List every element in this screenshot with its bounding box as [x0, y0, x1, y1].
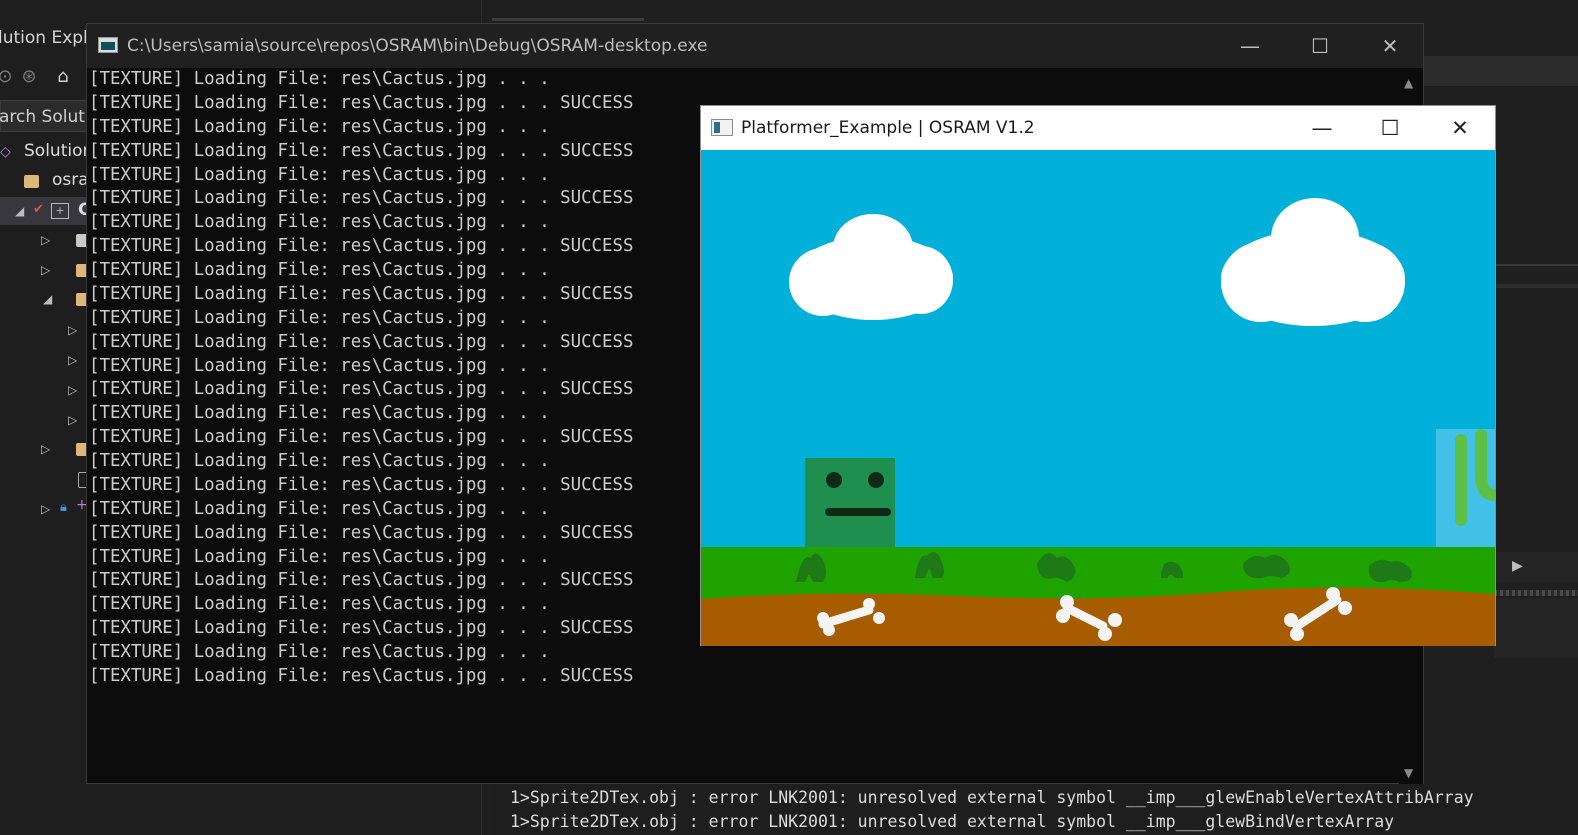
minimize-button[interactable]: — [1287, 106, 1357, 150]
tree-item-label: osra [52, 170, 89, 190]
game-canvas[interactable] [701, 150, 1495, 646]
collapse-arrow-icon[interactable]: ◢ [15, 197, 24, 225]
output-line: 1>Sprite2DTex.obj : error LNK2001: unres… [510, 788, 1474, 807]
solution-explorer-title: lution Explo [0, 28, 99, 48]
output-panel: 1>Sprite2DTex.obj : error LNK2001: unres… [492, 784, 1578, 835]
expand-arrow-icon[interactable]: ▷ [68, 406, 77, 434]
game-title-bar[interactable]: Platformer_Example | OSRAM V1.2 — ☐ ✕ [701, 106, 1495, 150]
tree-item-label: Solution [24, 141, 94, 161]
lock-icon: 🔒︎ [60, 500, 67, 515]
cactus [1436, 429, 1495, 547]
panel-progress-strip [1494, 590, 1578, 596]
panel-header [1424, 56, 1578, 86]
expand-arrow-icon[interactable]: ▷ [41, 435, 50, 463]
close-button[interactable]: ✕ [1355, 24, 1425, 68]
console-title-bar[interactable]: C:\Users\samia\source\repos\OSRAM\bin\De… [87, 24, 1423, 68]
scroll-up-icon[interactable]: ▲ [1404, 76, 1413, 90]
play-icon[interactable]: ▶ [1512, 558, 1523, 574]
collapse-arrow-icon[interactable]: ◢ [43, 285, 52, 313]
back-icon[interactable]: ⊙ [0, 66, 16, 88]
tree-item-folder[interactable]: osra [0, 167, 90, 195]
solution-explorer-toolbar: ⊙ ⊛ ⌂ [0, 62, 90, 94]
expand-arrow-icon[interactable]: ▷ [41, 256, 50, 284]
home-icon[interactable]: ⌂ [52, 66, 74, 88]
editor-tab-strip [492, 18, 644, 21]
expand-arrow-icon[interactable]: ▷ [68, 316, 77, 344]
tree-item-solution[interactable]: ◇ Solution [0, 138, 94, 166]
expand-arrow-icon[interactable]: ▷ [41, 226, 50, 254]
console-app-icon [98, 37, 118, 53]
expand-arrow-icon[interactable]: ▷ [41, 495, 50, 523]
project-icon: + [51, 203, 69, 219]
log-line: [TEXTURE] Loading File: res\Cactus.jpg .… [89, 665, 634, 686]
tree-item-project[interactable]: ◢ ✔ + C [0, 197, 90, 225]
game-window[interactable]: Platformer_Example | OSRAM V1.2 — ☐ ✕ [700, 105, 1496, 646]
scroll-down-icon[interactable]: ▼ [1404, 766, 1413, 780]
log-line: [TEXTURE] Loading File: res\Cactus.jpg .… [89, 69, 550, 89]
output-line: 1>Sprite2DTex.obj : error LNK2001: unres… [510, 812, 1395, 831]
expand-arrow-icon[interactable]: ▷ [68, 376, 77, 404]
panel-divider [1494, 264, 1578, 266]
checkmark-icon: ✔ [33, 202, 44, 217]
player-block [805, 458, 895, 548]
maximize-button[interactable]: ☐ [1285, 24, 1355, 68]
forward-icon[interactable]: ⊛ [18, 66, 40, 88]
maximize-button[interactable]: ☐ [1355, 106, 1425, 150]
expand-arrow-icon[interactable]: ▷ [68, 346, 77, 374]
game-window-title: Platformer_Example | OSRAM V1.2 [741, 118, 1035, 138]
solution-icon: ◇ [0, 144, 11, 160]
folder-icon [24, 175, 39, 188]
minimize-button[interactable]: — [1215, 24, 1285, 68]
console-window-title: C:\Users\samia\source\repos\OSRAM\bin\De… [127, 36, 708, 56]
close-button[interactable]: ✕ [1425, 106, 1495, 150]
panel-content [1494, 598, 1578, 658]
panel-divider [1494, 284, 1578, 288]
game-app-icon [711, 119, 733, 136]
panel-toolbar [1494, 552, 1578, 582]
solution-search-input[interactable]: arch Solutio [0, 100, 100, 132]
